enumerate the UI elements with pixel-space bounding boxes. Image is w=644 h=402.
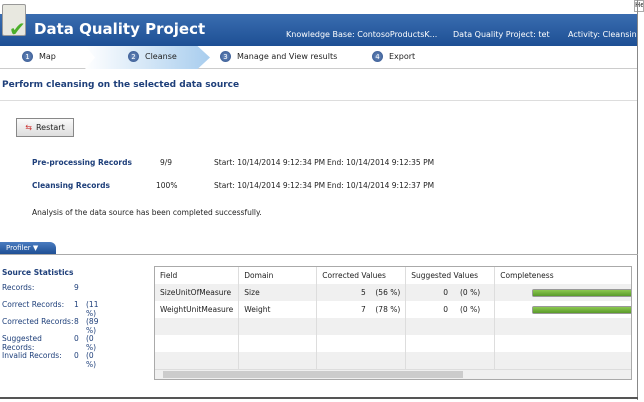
cell-corrected-pct: (78 %) [375,305,401,314]
divider [0,100,638,101]
step-export[interactable]: 4 Export [372,51,415,62]
step-number-icon: 3 [220,51,231,62]
help-button[interactable]: Help [634,0,644,12]
col-suggested[interactable]: Suggested Values [405,267,496,284]
col-corrected[interactable]: Corrected Values [316,267,407,284]
completeness-bar [532,305,631,314]
stat-suggested: Suggested Records: 0 (0 %) [2,334,97,352]
empty-row [155,352,631,369]
completeness-bar [532,288,631,297]
stat-invalid: Invalid Records: 0 (0 %) [2,351,97,369]
col-domain[interactable]: Domain [238,267,318,284]
preprocessing-start: Start: 10/14/2014 9:12:34 PM [214,158,326,167]
source-statistics: Source Statistics Records: 9 Correct Reco… [2,268,99,369]
cell-corrected: 7 [361,305,366,314]
activity-label: Activity: Cleansing [568,30,642,39]
cell-corrected-pct: (56 %) [375,288,401,297]
step-label: Export [389,52,416,61]
page-heading: Perform cleansing on the selected data s… [2,80,240,90]
table-header: Field Domain Corrected Values Suggested … [155,267,631,284]
step-number-icon: 4 [372,51,383,62]
empty-row [155,318,631,335]
cell-field: SizeUnitOfMeasure [155,284,240,301]
cell-suggested: 0 [443,305,449,314]
preprocessing-end: End: 10/14/2014 9:12:35 PM [327,158,435,167]
divider [0,254,638,255]
stat-correct: Correct Records: 1 (11 %) [2,300,99,318]
cell-corrected: 5 [361,288,366,297]
status-message: Analysis of the data source has been com… [32,208,262,217]
step-label: Map [39,52,56,61]
table-row[interactable]: WeightUnitMeasure Weight 7 (78 %) 0 (0 %… [155,301,631,318]
step-map[interactable]: 1 Map [22,51,56,62]
divider [0,397,638,399]
profiler-grid: Field Domain Corrected Values Suggested … [154,266,632,380]
restart-label: Restart [35,123,65,132]
stat-corrected: Corrected Records: 8 (89 %) [2,317,99,335]
cleansing-value: 100% [156,181,178,190]
step-manage[interactable]: 3 Manage and View results [220,51,337,62]
cleansing-label: Cleansing Records [32,181,110,190]
profiler-tab[interactable]: Profiler ▼ [0,242,56,254]
app-title: Data Quality Project [34,20,206,38]
knowledge-base-label: Knowledge Base: ContosoProductsK... [286,30,438,39]
preprocessing-label: Pre-processing Records [32,158,132,167]
preprocessing-value: 9/9 [160,158,173,167]
col-completeness[interactable]: Completeness [494,267,631,284]
cell-domain: Size [238,284,318,301]
step-label: Manage and View results [237,52,338,61]
step-number-icon: 2 [128,51,139,62]
cell-suggested-pct: (0 %) [459,288,481,297]
cell-suggested: 0 [443,288,449,297]
cell-domain: Weight [238,301,318,318]
step-number-icon: 1 [22,51,33,62]
stat-records: Records: 9 [2,283,79,292]
empty-row [155,335,631,352]
restart-button[interactable]: ⇆ Restart [16,118,74,137]
stats-title: Source Statistics [2,268,74,277]
cleansing-end: End: 10/14/2014 9:12:37 PM [327,181,435,190]
project-logo-icon: ✔ [2,4,26,41]
cell-field: WeightUnitMeasure [155,301,240,318]
project-label: Data Quality Project: tet [453,30,550,39]
table-row[interactable]: SizeUnitOfMeasure Size 5 (56 %) 0 (0 %) [155,284,631,301]
cleansing-start: Start: 10/14/2014 9:12:34 PM [214,181,326,190]
step-cleanse[interactable]: 2 Cleanse [128,51,177,62]
step-label: Cleanse [145,52,177,61]
restart-icon: ⇆ [25,123,32,132]
cell-suggested-pct: (0 %) [459,305,481,314]
divider [637,0,638,400]
horizontal-scrollbar[interactable] [155,369,631,379]
col-field[interactable]: Field [155,267,240,284]
scrollbar-thumb[interactable] [163,371,463,378]
